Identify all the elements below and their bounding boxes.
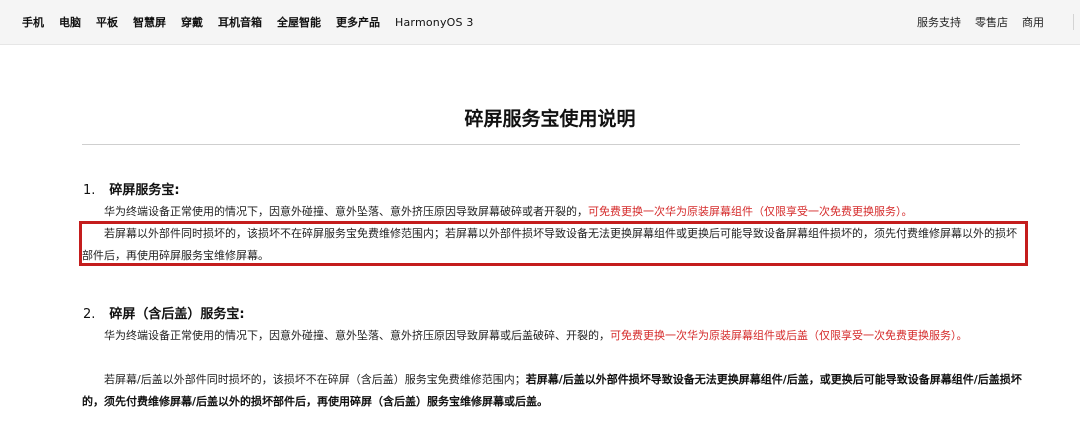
section-2-title: 碎屏（含后盖）服务宝: xyxy=(109,307,245,322)
section-1-heading: 1. 碎屏服务宝: xyxy=(83,179,180,198)
section-2-paragraph-1: 华为终端设备正常使用的情况下，因意外碰撞、意外坠落、意外挤压原因导致屏幕或后盖破… xyxy=(82,325,1022,347)
section-1-paragraph-1: 华为终端设备正常使用的情况下，因意外碰撞、意外坠落、意外挤压原因导致屏幕破碎或者… xyxy=(82,201,1022,223)
section-2-heading: 2. 碎屏（含后盖）服务宝: xyxy=(83,303,245,322)
section-2-p1-text: 华为终端设备正常使用的情况下，因意外碰撞、意外坠落、意外挤压原因导致屏幕或后盖破… xyxy=(104,329,610,342)
utility-nav: 服务支持 零售店 商用 xyxy=(903,0,1044,44)
nav-service-support[interactable]: 服务支持 xyxy=(917,14,961,30)
section-1-p1-text: 华为终端设备正常使用的情况下，因意外碰撞、意外坠落、意外挤压原因导致屏幕破碎或者… xyxy=(104,205,588,218)
page-scrollbar[interactable] xyxy=(1073,14,1080,30)
section-2-number: 2. xyxy=(83,307,96,322)
section-2-p1-highlight: 可免费更换一次华为原装屏幕组件或后盖（仅限享受一次免费更换服务）。 xyxy=(610,329,968,342)
nav-more-products[interactable]: 更多产品 xyxy=(336,14,380,30)
nav-wearables[interactable]: 穿戴 xyxy=(181,14,203,30)
top-navigation-bar: 手机 电脑 平板 智慧屏 穿戴 耳机音箱 全屋智能 更多产品 HarmonyOS… xyxy=(0,0,1080,45)
nav-smart-screen[interactable]: 智慧屏 xyxy=(133,14,166,30)
section-2-paragraph-2: 若屏幕/后盖以外部件同时损坏的，该损坏不在碎屏（含后盖）服务宝免费维修范围内；若… xyxy=(82,369,1022,413)
nav-harmonyos[interactable]: HarmonyOS 3 xyxy=(395,16,474,29)
section-1-title: 碎屏服务宝: xyxy=(109,183,180,198)
section-1-p1-highlight: 可免费更换一次华为原装屏幕组件（仅限享受一次免费更换服务）。 xyxy=(588,205,913,218)
nav-tablet[interactable]: 平板 xyxy=(96,14,118,30)
product-nav: 手机 电脑 平板 智慧屏 穿戴 耳机音箱 全屋智能 更多产品 HarmonyOS… xyxy=(22,0,489,44)
nav-audio[interactable]: 耳机音箱 xyxy=(218,14,262,30)
nav-business[interactable]: 商用 xyxy=(1022,14,1044,30)
title-divider xyxy=(82,144,1020,145)
section-1-number: 1. xyxy=(83,183,96,198)
nav-laptop[interactable]: 电脑 xyxy=(59,14,81,30)
annotation-box xyxy=(79,221,1028,266)
nav-retail-store[interactable]: 零售店 xyxy=(975,14,1008,30)
nav-phone[interactable]: 手机 xyxy=(22,14,44,30)
page-title: 碎屏服务宝使用说明 xyxy=(464,108,636,130)
nav-smart-home[interactable]: 全屋智能 xyxy=(277,14,321,30)
section-2-p2-text: 若屏幕/后盖以外部件同时损坏的，该损坏不在碎屏（含后盖）服务宝免费维修范围内； xyxy=(104,373,526,386)
